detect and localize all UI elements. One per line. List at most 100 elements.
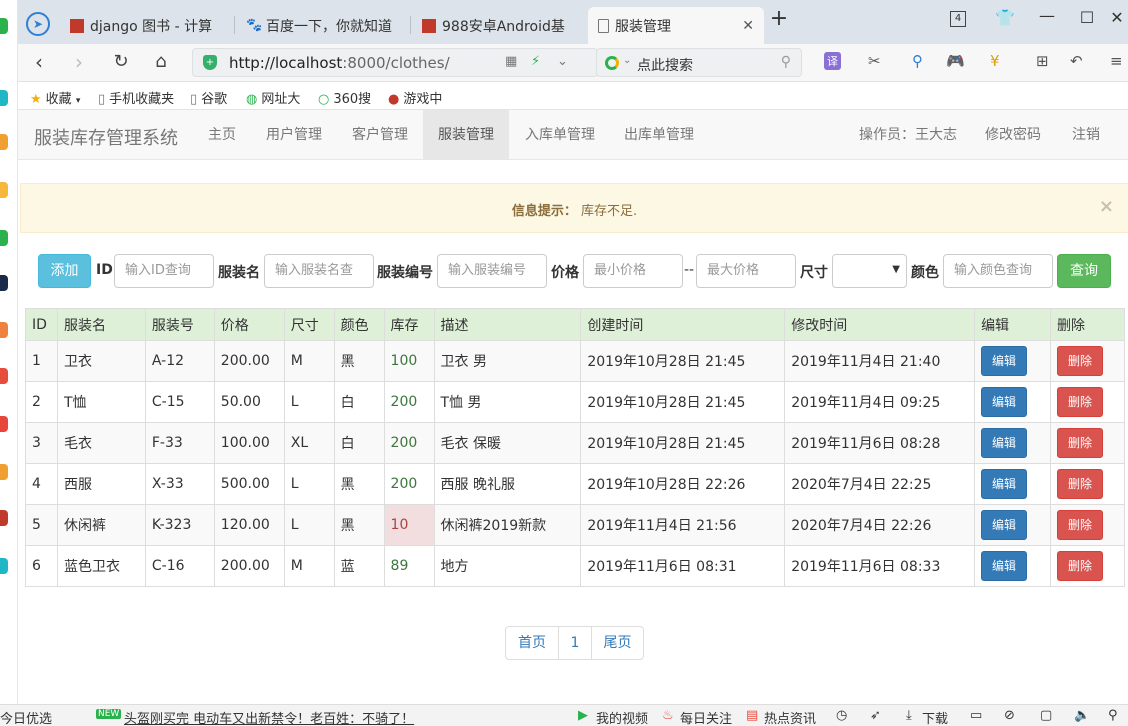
clock-icon[interactable]: ◷ — [836, 708, 847, 723]
app-shortcut-icon[interactable] — [0, 510, 8, 526]
apps-grid-icon[interactable]: ⊞ — [1036, 52, 1049, 70]
nav-home[interactable]: 主页 — [194, 110, 250, 160]
chevron-down-icon[interactable]: ⌄ — [557, 54, 568, 69]
window-close-icon[interactable]: ✕ — [1102, 8, 1128, 27]
bookmark-360[interactable]: ○ 360搜 — [318, 88, 371, 107]
name-search-input[interactable]: 输入服装名查 — [264, 254, 374, 288]
pagination-page[interactable]: 1 — [558, 626, 592, 660]
cell-edit: 编辑 — [974, 422, 1051, 464]
tab-django[interactable]: django 图书 - 计算 — [60, 7, 232, 44]
url-text[interactable]: http://localhost:8000/clothes/ — [229, 54, 450, 72]
pagination-last[interactable]: 尾页 — [591, 626, 644, 660]
color-search-input[interactable]: 输入颜色查询 — [943, 254, 1053, 288]
app-shortcut-icon[interactable] — [0, 464, 8, 480]
app-shortcut-icon[interactable] — [0, 416, 8, 432]
my-video-link[interactable]: 我的视频 — [596, 708, 648, 726]
qr-code-icon[interactable]: ▦ — [505, 54, 517, 69]
screen-icon[interactable]: ▭ — [970, 708, 982, 723]
address-bar[interactable]: + http://localhost:8000/clothes/ ▦ ⚡ ⌄ — [192, 48, 598, 77]
app-brand[interactable]: 服装库存管理系统 — [34, 124, 178, 150]
tab-clothes-active[interactable]: 服装管理 ✕ — [588, 7, 764, 44]
download-link[interactable]: 下载 — [922, 708, 948, 726]
edit-button[interactable]: 编辑 — [981, 551, 1028, 581]
chevron-down-icon[interactable]: ⌄ — [623, 55, 631, 66]
nav-users[interactable]: 用户管理 — [254, 110, 334, 160]
bookmark-site-nav[interactable]: ◍ 网址大 — [246, 88, 300, 107]
delete-button[interactable]: 删除 — [1056, 428, 1103, 458]
app-shortcut-icon[interactable] — [0, 558, 8, 574]
shield-yen-icon[interactable]: ¥ — [990, 52, 1000, 70]
new-tab-button[interactable]: + — [764, 6, 794, 31]
home-icon[interactable]: ⌂ — [148, 51, 174, 75]
tab-988-android[interactable]: 988安卓Android基 — [412, 7, 584, 44]
daily-follow-link[interactable]: 每日关注 — [680, 708, 732, 726]
nav-stock-out[interactable]: 出库单管理 — [614, 110, 704, 160]
zoom-icon[interactable]: ⚲ — [1108, 708, 1118, 723]
pagination-first[interactable]: 首页 — [505, 626, 559, 660]
nav-customers[interactable]: 客户管理 — [340, 110, 420, 160]
edit-button[interactable]: 编辑 — [981, 428, 1028, 458]
logout-link[interactable]: 注销 — [1066, 110, 1106, 160]
size-select[interactable]: ▼ — [832, 254, 907, 288]
delete-button[interactable]: 删除 — [1056, 387, 1103, 417]
delete-button[interactable]: 删除 — [1056, 551, 1103, 581]
navigation-arrow-icon[interactable]: ➤ — [26, 12, 50, 36]
id-search-input[interactable]: 输入ID查询 — [114, 254, 214, 288]
min-price-input[interactable]: 最小价格 — [583, 254, 683, 288]
bookmark-mobile[interactable]: ▯ 手机收藏夹 — [98, 88, 174, 107]
app-shortcut-icon[interactable] — [0, 230, 8, 246]
delete-button[interactable]: 删除 — [1056, 510, 1103, 540]
app-shortcut-icon[interactable] — [0, 368, 8, 384]
edit-button[interactable]: 编辑 — [981, 387, 1028, 417]
add-button[interactable]: 添加 — [38, 254, 91, 288]
delete-button[interactable]: 删除 — [1056, 346, 1103, 376]
window-icon[interactable]: ▢ — [1040, 708, 1052, 723]
close-tab-icon[interactable]: ✕ — [734, 18, 754, 34]
bookmark-favorites[interactable]: ★ 收藏 ▾ — [30, 88, 80, 107]
menu-icon[interactable]: ≡ — [1110, 52, 1123, 70]
hot-news-link[interactable]: 热点资讯 — [764, 708, 816, 726]
status-today-picks[interactable]: 今日优选 — [0, 708, 52, 726]
edit-button[interactable]: 编辑 — [981, 469, 1028, 499]
cursor-icon[interactable]: ⊘ — [1004, 708, 1015, 723]
delete-button[interactable]: 删除 — [1056, 469, 1103, 499]
lightning-icon[interactable]: ⚡ — [531, 54, 540, 69]
app-shortcut-icon[interactable] — [0, 134, 8, 150]
back-icon[interactable]: ‹ — [26, 51, 52, 75]
speaker-icon[interactable]: 🔈 — [1074, 708, 1090, 723]
change-password-link[interactable]: 修改密码 — [978, 110, 1048, 160]
reload-icon[interactable]: ↻ — [108, 51, 134, 75]
edit-button[interactable]: 编辑 — [981, 346, 1028, 376]
app-shortcut-icon[interactable] — [0, 275, 8, 291]
magnifier-icon[interactable]: ⚲ — [912, 52, 923, 70]
shirt-skin-icon[interactable]: 👕 — [990, 8, 1020, 27]
app-shortcut-icon[interactable] — [0, 322, 8, 338]
tab-baidu[interactable]: 🐾 百度一下，你就知道 — [236, 7, 408, 44]
minimize-icon[interactable]: — — [1032, 6, 1062, 25]
search-icon[interactable]: ⚲ — [781, 54, 791, 70]
cell-size: M — [283, 340, 335, 382]
rocket-icon[interactable]: ➶ — [870, 708, 881, 723]
gamepad-icon[interactable]: 🎮 — [946, 52, 965, 70]
code-search-input[interactable]: 输入服装编号 — [437, 254, 547, 288]
status-headline-link[interactable]: 头盔刚买完 电动车又出新禁令！老百姓：不骑了！ — [124, 708, 414, 726]
table-header-row: ID 服装名 服装号 价格 尺寸 颜色 库存 描述 创建时间 修改时间 编辑 删… — [25, 308, 1126, 341]
close-icon[interactable]: × — [1099, 196, 1114, 217]
app-shortcut-icon[interactable] — [0, 18, 8, 34]
scissors-icon[interactable]: ✂ — [868, 52, 881, 70]
bookmark-google[interactable]: ▯ 谷歌 — [190, 88, 227, 107]
search-box[interactable]: ⌄ 点此搜索 ⚲ — [596, 48, 802, 77]
bookmark-games[interactable]: ● 游戏中 — [388, 88, 442, 107]
query-button[interactable]: 查询 — [1057, 254, 1111, 288]
undo-icon[interactable]: ↶ — [1070, 52, 1083, 70]
app-shortcut-icon[interactable] — [0, 90, 8, 106]
maximize-icon[interactable]: ☐ — [1072, 8, 1102, 27]
translate-icon[interactable]: 译 — [824, 52, 841, 70]
tab-count-badge[interactable]: 4 — [950, 11, 966, 27]
edit-button[interactable]: 编辑 — [981, 510, 1028, 540]
forward-icon[interactable]: › — [66, 51, 92, 75]
max-price-input[interactable]: 最大价格 — [696, 254, 796, 288]
app-shortcut-icon[interactable] — [0, 182, 8, 198]
nav-clothes[interactable]: 服装管理 — [423, 110, 509, 160]
nav-stock-in[interactable]: 入库单管理 — [514, 110, 606, 160]
